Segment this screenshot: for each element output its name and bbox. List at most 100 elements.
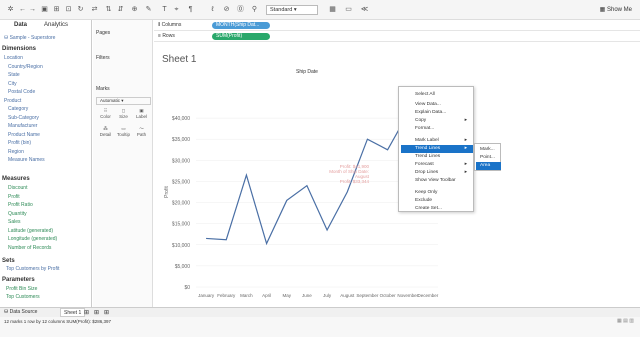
submenu-item[interactable]: Mark... [476,146,501,154]
menu-item-forecast[interactable]: Forecast ▸ [401,161,473,169]
y-tick-label: $10,000 [172,243,190,249]
presentation-icon[interactable]: ℓ [208,6,217,14]
dimension-item[interactable]: Country/Region [8,63,43,71]
columns-pill[interactable]: MONTH(Ship Dat... [212,22,270,29]
undo-icon[interactable]: ← [18,6,27,14]
group-icon[interactable]: ⊕ [130,6,139,14]
tooltip-button[interactable]: ▭ Tooltip [115,126,132,140]
menu-item-trend-lines[interactable]: Trend Lines ▸ [401,145,473,153]
show-labels-icon[interactable]: T [160,6,169,14]
menu-item-explain-data[interactable]: Explain Data... [401,109,473,117]
x-tick-label: March [240,293,253,298]
new-sheet-icon[interactable]: ⊞ [84,309,89,316]
x-tick-label: December [418,293,439,298]
menu-item-show-view-toolbar[interactable]: Show View Toolbar [401,177,473,185]
menu-item-drop-lines[interactable]: Drop Lines ▸ [401,169,473,177]
menu-item-trend-lines-2[interactable]: Trend Lines [401,153,473,161]
format-workbook-icon[interactable]: ¶ [186,6,195,14]
tableau-logo-icon[interactable]: ✲ [6,6,15,14]
dimension-item[interactable]: Product [4,97,21,105]
parameter-item[interactable]: Profit Bin Size [6,285,37,293]
mark-type-select[interactable]: Automatic ▾ [96,97,151,105]
measure-item[interactable]: Longitude (generated) [8,235,57,243]
measure-item[interactable]: Profit Ratio [8,201,33,209]
columns-label-text: Columns [161,22,182,28]
menu-item-format[interactable]: Format... [401,125,473,133]
redo-icon[interactable]: → [28,6,37,14]
pen-icon[interactable]: ⚲ [250,6,259,14]
fit-select[interactable]: Standard ▾ [266,5,318,15]
menu-item-copy[interactable]: Copy ▸ [401,117,473,125]
dimension-item[interactable]: State [8,71,20,79]
datasource-name[interactable]: ⛁ Sample - Superstore [4,34,55,42]
view-switcher-icon[interactable]: ▦ ▤ ▥ [617,318,634,324]
highlight-icon[interactable]: ✎ [144,6,153,14]
fix-axes-icon[interactable]: ⌖ [172,6,181,14]
y-tick-label: $35,000 [172,137,190,143]
menu-item-keep-only[interactable]: Keep Only [401,189,473,197]
pin-icon[interactable]: ⊘ [222,6,231,14]
dimension-item[interactable]: Postal Code [8,88,35,96]
tab-analytics[interactable]: Analytics [44,22,68,28]
x-tick-label: October [380,293,397,298]
menu-item-view-data[interactable]: View Data... [401,101,473,109]
columns-shelf[interactable]: ⦀ Columns MONTH(Ship Dat... [154,20,640,31]
tab-data-source[interactable]: ⛁ Data Source [4,309,37,315]
line-chart[interactable]: $0 $5,000 $10,000 $15,000 $20,000 $25,000 $30,… [154,42,640,307]
sort-ascending-icon[interactable]: ⇅ [104,6,113,14]
sheet-tabs-bar: ⛁ Data Source Sheet 1 ⊞ ⊞ ⊞ [0,307,640,317]
parameter-item[interactable]: Top Customers [6,293,40,301]
dimension-item[interactable]: Profit (bin) [8,139,31,147]
color-label: Color [100,114,111,119]
measure-item[interactable]: Discount [8,184,27,192]
save-icon[interactable]: ▣ [40,6,49,14]
measure-item[interactable]: Number of Records [8,244,51,252]
swap-icon[interactable]: ⇄ [90,6,99,14]
submenu-item[interactable]: Point... [476,154,501,162]
measures-header: Measures [2,176,30,182]
rows-shelf[interactable]: ≡ Rows SUM(Profit) [154,31,640,42]
path-button[interactable]: 〜 Path [133,126,150,140]
x-tick-label: July [323,293,332,298]
dimension-item[interactable]: Location [4,54,23,62]
dimension-item[interactable]: Region [8,148,24,156]
measure-item[interactable]: Latitude (generated) [8,227,53,235]
tab-sheet-1[interactable]: Sheet 1 [60,308,86,317]
dimension-item[interactable]: Measure Names [8,156,45,164]
dimension-item[interactable]: Product Name [8,131,40,139]
set-item[interactable]: Top Customers by Profit [6,265,59,273]
color-button[interactable]: ⠿ Color [97,108,114,122]
new-story-icon[interactable]: ⊞ [104,309,109,316]
submenu-arrow-icon: ▸ [464,146,467,151]
share-icon[interactable]: ≪ [360,6,369,14]
dimension-item[interactable]: Manufacturer [8,122,37,130]
rows-pill[interactable]: SUM(Profit) [212,33,270,40]
menu-item-mark-label[interactable]: Mark Label ▸ [401,137,473,145]
submenu-item[interactable]: Area [476,162,501,170]
tab-data[interactable]: Data [14,22,27,28]
new-worksheet-icon[interactable]: ⊡ [64,6,73,14]
dimension-item[interactable]: Category [8,105,28,113]
dimension-item[interactable]: City [8,80,17,88]
measure-item[interactable]: Sales [8,218,21,226]
measure-item[interactable]: Profit [8,193,20,201]
chart-icon[interactable]: ▦ [328,6,337,14]
new-dashboard-icon[interactable]: ⊞ [94,309,99,316]
menu-item-exclude[interactable]: Exclude [401,197,473,205]
measure-item[interactable]: Quantity [8,210,27,218]
dimension-item[interactable]: Sub-Category [8,114,39,122]
parameters-header: Parameters [2,277,35,283]
refresh-icon[interactable]: ↻ [76,6,85,14]
menu-item-select-all[interactable]: Select All [401,91,473,99]
device-preview-icon[interactable]: ▭ [344,6,353,14]
x-tick-label: June [302,293,312,298]
show-me-button[interactable]: ▦ Show Me [600,6,632,13]
label-button[interactable]: ▣ Label [133,108,150,122]
detail-button[interactable]: ⁂ Detail [97,126,114,140]
sort-descending-icon[interactable]: ⇵ [116,6,125,14]
size-button[interactable]: ◻ Size [115,108,132,122]
menu-item-create-set[interactable]: Create Set... [401,205,473,213]
new-datasource-icon[interactable]: ⊞ [52,6,61,14]
tooltip-icon[interactable]: ⓪ [236,6,245,14]
x-tick-label: May [282,293,291,298]
